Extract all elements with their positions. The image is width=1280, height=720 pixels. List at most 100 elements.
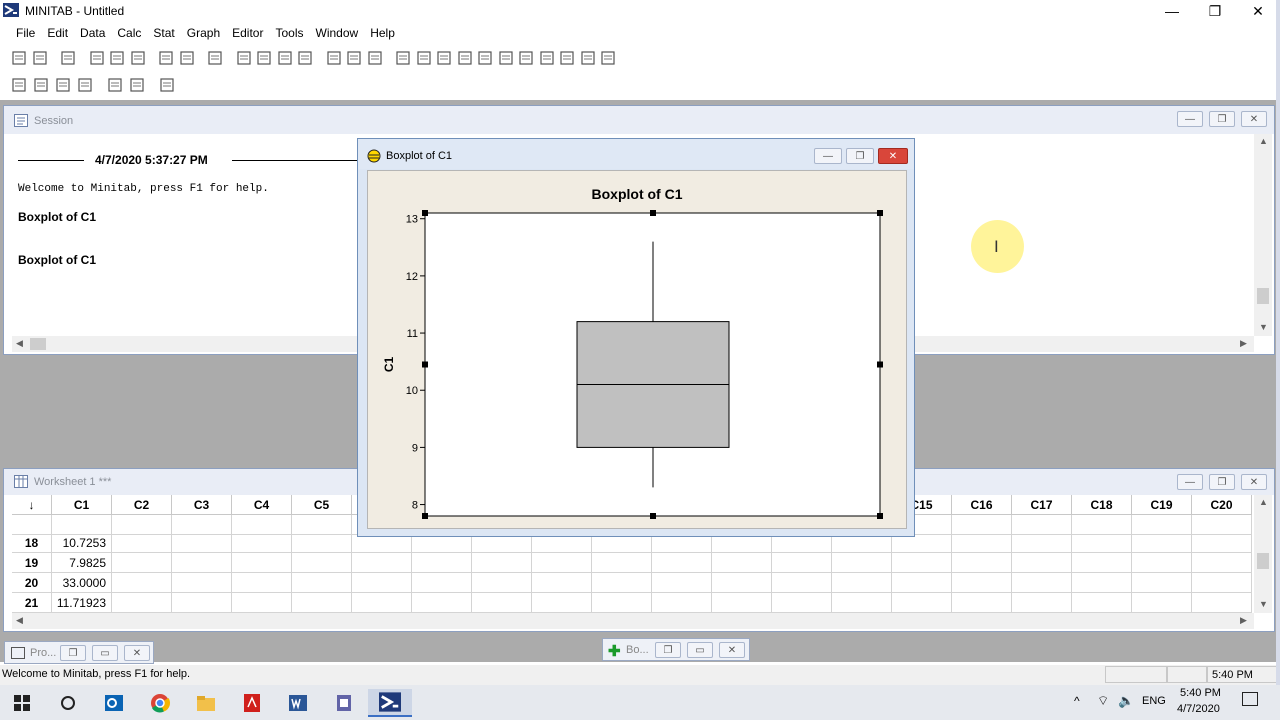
minimized-graph-window[interactable]: ✚ Bo... ❐ ▭ ✕	[602, 638, 750, 661]
project-manager-icon[interactable]	[539, 50, 555, 66]
restore-button[interactable]: ❐	[655, 642, 681, 658]
chevron-up-icon[interactable]: ▲	[1259, 136, 1268, 146]
row-number[interactable]: 20	[12, 573, 52, 593]
table-cell[interactable]	[112, 553, 172, 573]
table-cell[interactable]	[712, 553, 772, 573]
table-cell[interactable]	[1192, 593, 1252, 613]
table-cell[interactable]	[472, 553, 532, 573]
column-name-cell[interactable]	[1012, 515, 1072, 535]
menu-calc[interactable]: Calc	[111, 22, 147, 44]
table-cell[interactable]	[172, 593, 232, 613]
table-cell[interactable]	[1012, 533, 1072, 553]
table-cell[interactable]: 7.9825	[52, 553, 112, 573]
column-header[interactable]: C18	[1072, 495, 1132, 515]
column-header[interactable]: C19	[1132, 495, 1192, 515]
table-cell[interactable]	[1012, 573, 1072, 593]
session-close-button[interactable]: ✕	[1241, 111, 1267, 127]
table-cell[interactable]	[1192, 533, 1252, 553]
chevron-up-icon[interactable]: ^	[1074, 694, 1080, 708]
session-icon[interactable]	[395, 50, 411, 66]
menu-edit[interactable]: Edit	[41, 22, 74, 44]
restore-button[interactable]: ❐	[1193, 0, 1237, 22]
table-cell[interactable]	[952, 573, 1012, 593]
insert-columns-icon[interactable]	[55, 77, 71, 93]
table-cell[interactable]	[1072, 573, 1132, 593]
columns-icon[interactable]	[559, 50, 575, 66]
column-name-cell[interactable]	[1072, 515, 1132, 535]
wifi-icon[interactable]: ⌔	[1097, 693, 1109, 709]
restore-button[interactable]: ❐	[60, 645, 86, 661]
table-cell[interactable]	[412, 573, 472, 593]
manage-graphs-icon[interactable]	[600, 50, 616, 66]
table-cell[interactable]	[832, 593, 892, 613]
column-header[interactable]: C1	[52, 495, 112, 515]
table-cell[interactable]	[952, 593, 1012, 613]
chevron-left-icon[interactable]: ◀	[16, 615, 23, 626]
maximize-button[interactable]: ▭	[687, 642, 713, 658]
table-cell[interactable]	[1132, 573, 1192, 593]
set-id-icon[interactable]	[129, 77, 145, 93]
next-icon[interactable]	[256, 50, 272, 66]
print-icon[interactable]	[60, 50, 76, 66]
graph-icon[interactable]	[436, 50, 452, 66]
worksheet-maximize-button[interactable]: ❐	[1209, 474, 1235, 490]
redo-icon[interactable]	[179, 50, 195, 66]
table-cell[interactable]	[112, 573, 172, 593]
table-cell[interactable]	[112, 533, 172, 553]
menu-graph[interactable]: Graph	[181, 22, 226, 44]
help-icon[interactable]	[346, 50, 362, 66]
close-button[interactable]: ✕	[719, 642, 745, 658]
close-button[interactable]: ✕	[1236, 0, 1280, 22]
search-circle-icon[interactable]	[46, 689, 90, 717]
minimize-button[interactable]: —	[1150, 0, 1194, 22]
menu-data[interactable]: Data	[74, 22, 111, 44]
brush-icon[interactable]	[107, 77, 123, 93]
column-header[interactable]: C5	[292, 495, 352, 515]
table-cell[interactable]	[712, 593, 772, 613]
column-name-cell[interactable]	[292, 515, 352, 535]
table-cell[interactable]	[232, 533, 292, 553]
row-number[interactable]: 19	[12, 553, 52, 573]
column-header[interactable]: C20	[1192, 495, 1252, 515]
worksheet-minimize-button[interactable]: —	[1177, 474, 1203, 490]
table-cell[interactable]	[532, 553, 592, 573]
table-cell[interactable]	[112, 593, 172, 613]
cut-icon[interactable]	[89, 50, 105, 66]
table-cell[interactable]	[472, 573, 532, 593]
column-name-cell[interactable]	[1192, 515, 1252, 535]
scroll-thumb[interactable]	[30, 338, 46, 350]
graph-close-button[interactable]: ✕	[878, 148, 908, 164]
table-cell[interactable]	[772, 593, 832, 613]
table-cell[interactable]	[652, 573, 712, 593]
history-icon[interactable]	[477, 50, 493, 66]
chevron-right-icon[interactable]: ▶	[1240, 615, 1247, 626]
table-cell[interactable]	[232, 593, 292, 613]
related-icon[interactable]	[518, 50, 534, 66]
stat-guide-icon[interactable]	[367, 50, 383, 66]
info-icon[interactable]	[457, 50, 473, 66]
worksheet-vscrollbar[interactable]: ▲ ▼	[1254, 495, 1272, 613]
table-cell[interactable]	[592, 573, 652, 593]
table-cell[interactable]	[952, 533, 1012, 553]
table-cell[interactable]	[772, 553, 832, 573]
scroll-thumb[interactable]	[1257, 553, 1269, 569]
column-name-cell[interactable]	[952, 515, 1012, 535]
column-header[interactable]: C2	[112, 495, 172, 515]
insert-rows-icon[interactable]	[33, 77, 49, 93]
table-cell[interactable]	[1192, 553, 1252, 573]
table-cell[interactable]	[592, 593, 652, 613]
notifications-icon[interactable]	[1242, 692, 1258, 706]
graph-minimize-button[interactable]: —	[814, 148, 842, 164]
menu-stat[interactable]: Stat	[147, 22, 180, 44]
table-cell[interactable]	[1132, 593, 1192, 613]
table-cell[interactable]	[1012, 593, 1072, 613]
move-columns-icon[interactable]	[77, 77, 93, 93]
table-cell[interactable]	[352, 573, 412, 593]
taskbar-date[interactable]: 4/7/2020	[1177, 703, 1220, 715]
chevron-right-icon[interactable]: ▶	[1240, 338, 1247, 349]
menu-help[interactable]: Help	[364, 22, 401, 44]
row-number[interactable]: 18	[12, 533, 52, 553]
table-cell[interactable]	[1072, 593, 1132, 613]
menu-editor[interactable]: Editor	[226, 22, 269, 44]
column-name-cell[interactable]	[112, 515, 172, 535]
